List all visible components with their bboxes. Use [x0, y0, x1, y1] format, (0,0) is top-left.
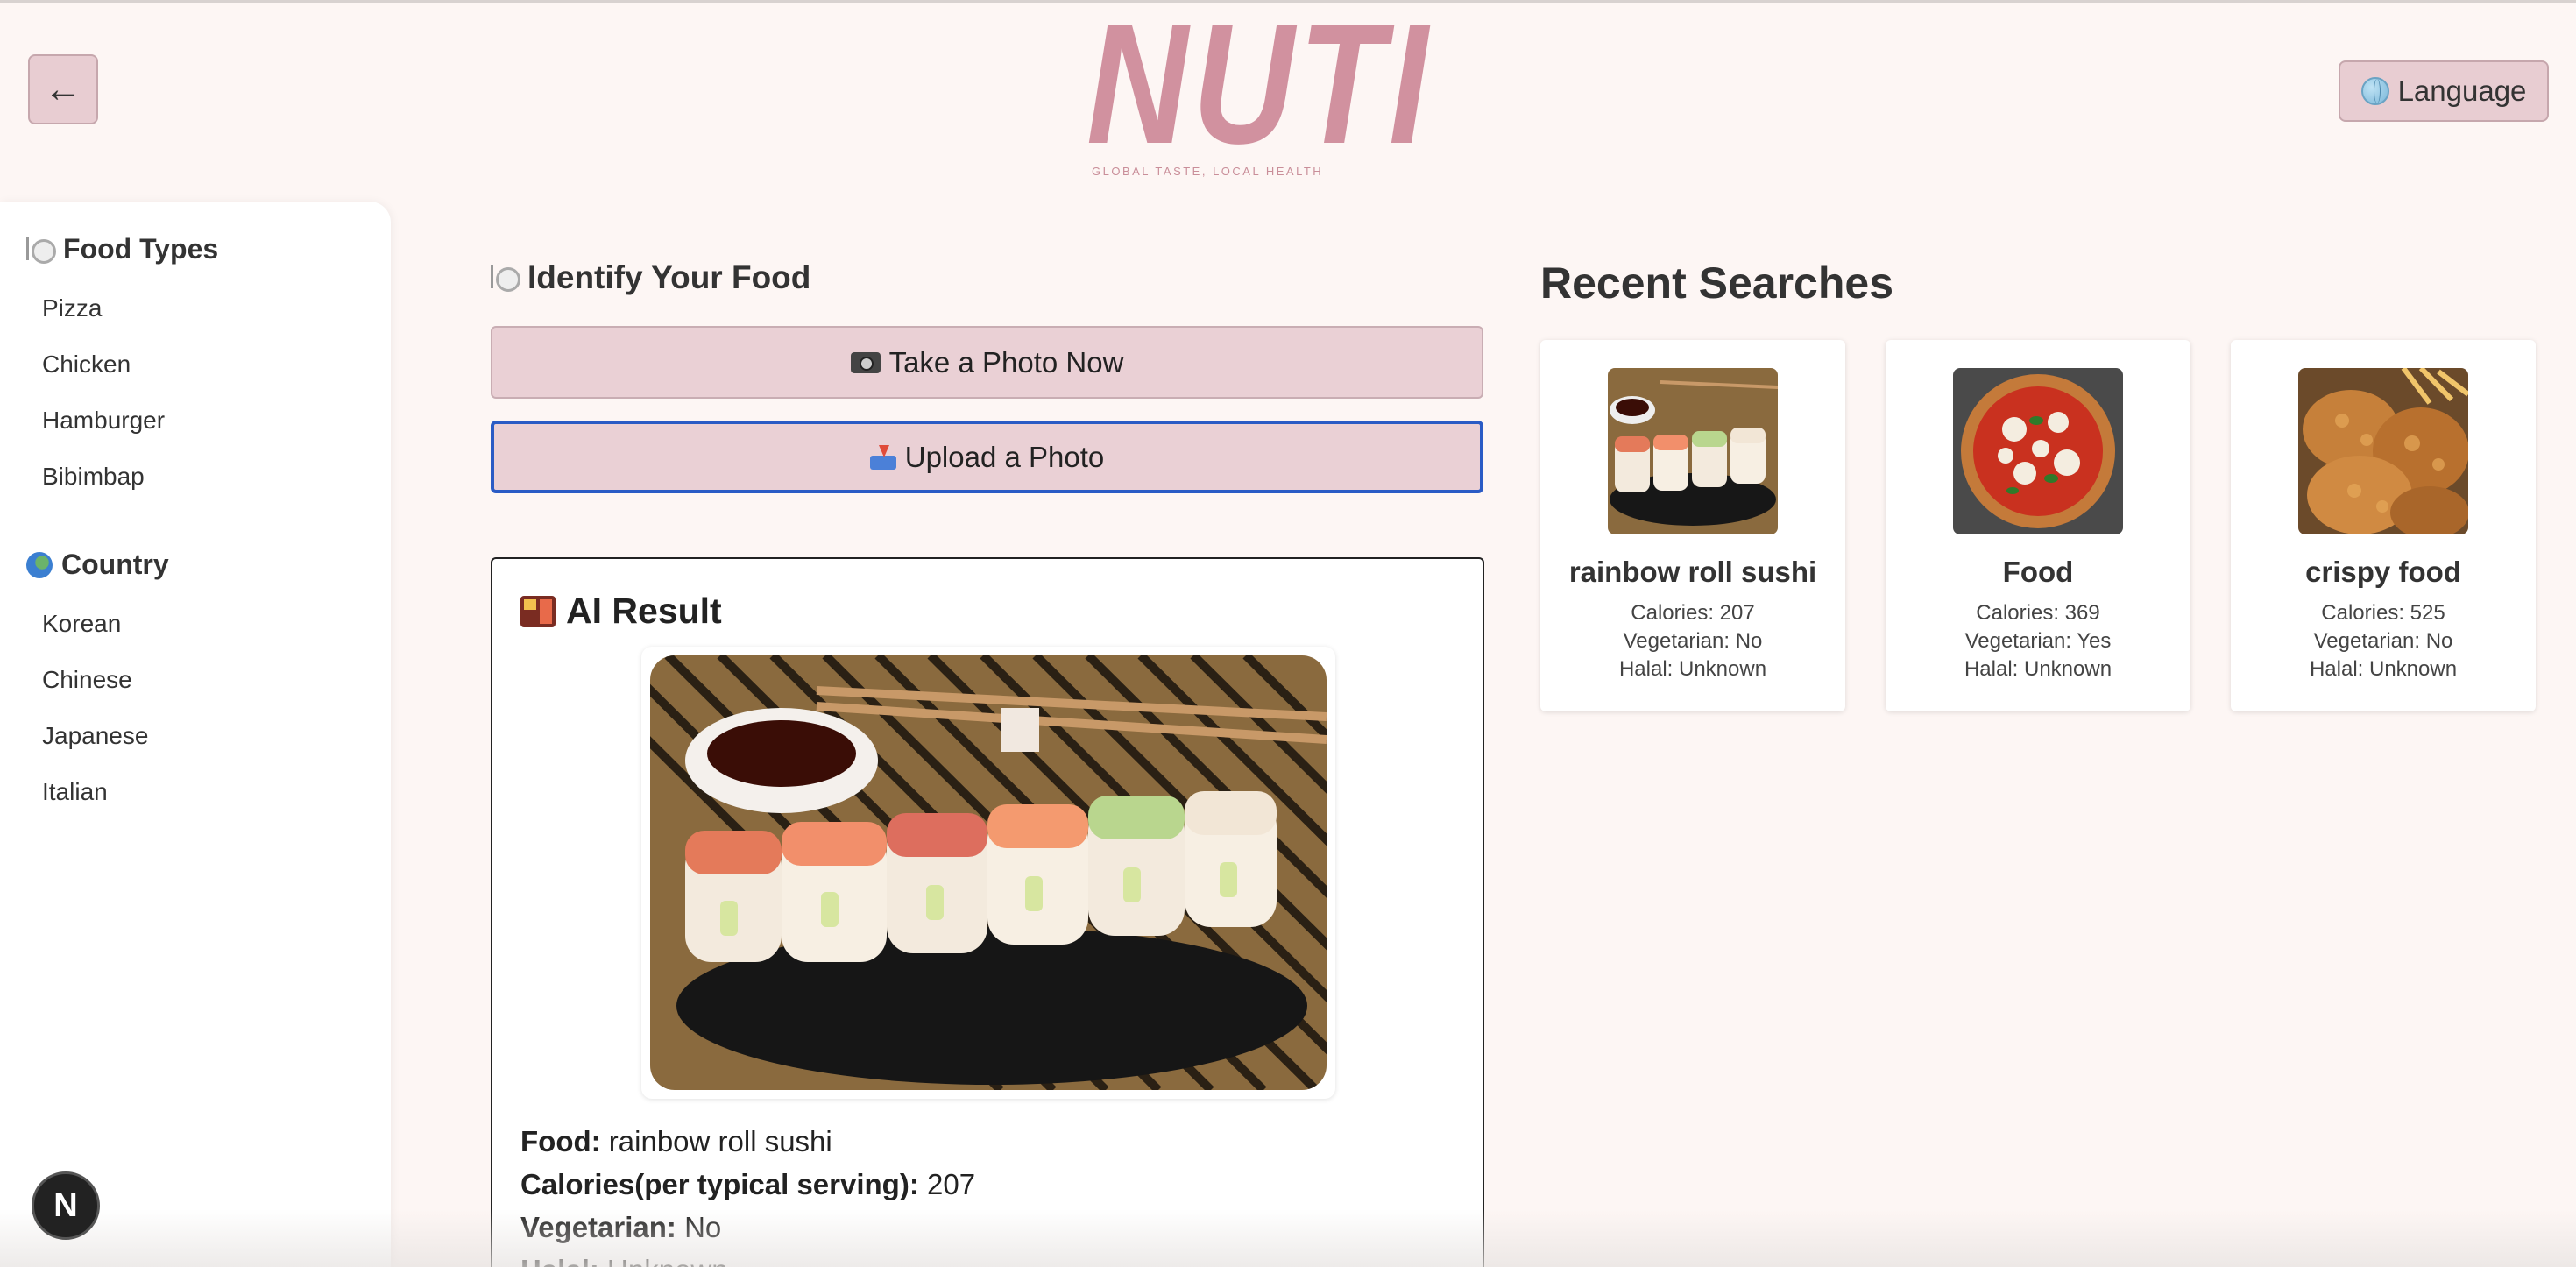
plate-icon	[491, 264, 520, 292]
next-dev-badge[interactable]: N	[32, 1171, 100, 1240]
recent-card[interactable]: crispy food Calories: 525 Vegetarian: No…	[2231, 340, 2536, 711]
recent-card-calories: Calories: 369	[1976, 601, 2100, 625]
sidebar-item-hamburger[interactable]: Hamburger	[42, 407, 165, 435]
globe-icon	[2360, 77, 2389, 105]
recent-card-halal: Halal: Unknown	[1964, 657, 2112, 681]
recent-card-halal: Halal: Unknown	[1618, 657, 1767, 681]
sidebar: Food Types Pizza Chicken Hamburger Bibim…	[0, 202, 391, 1267]
result-vegetarian: Vegetarian: No	[520, 1211, 721, 1244]
result-halal: Halal: Unknown	[520, 1254, 728, 1267]
upload-photo-button[interactable]: Upload a Photo	[491, 421, 1483, 493]
take-photo-button[interactable]: Take a Photo Now	[491, 326, 1483, 399]
inbox-tray-icon	[869, 444, 896, 470]
recent-card-name: rainbow roll sushi	[1568, 556, 1817, 588]
recent-card-name: Food	[2002, 556, 2074, 588]
camera-icon	[850, 351, 881, 373]
result-calories-value: 207	[918, 1168, 976, 1200]
recent-card-vegetarian: Vegetarian: Yes	[1964, 629, 2112, 653]
result-food: Food: rainbow roll sushi	[520, 1125, 832, 1158]
language-label: Language	[2397, 74, 2527, 107]
sidebar-item-chinese[interactable]: Chinese	[42, 666, 132, 694]
bento-box-icon	[520, 595, 556, 627]
result-vegetarian-label: Vegetarian:	[520, 1211, 676, 1243]
result-photo	[641, 647, 1335, 1099]
recent-card[interactable]: rainbow roll sushi Calories: 207 Vegetar…	[1540, 340, 1845, 711]
sidebar-item-japanese[interactable]: Japanese	[42, 722, 148, 750]
result-food-value: rainbow roll sushi	[600, 1125, 832, 1157]
sidebar-heading-food-types: Food Types	[26, 233, 218, 265]
result-halal-label: Halal:	[520, 1254, 599, 1267]
recent-card-calories: Calories: 207	[1631, 601, 1755, 625]
sushi-thumbnail-image	[1608, 368, 1778, 534]
sidebar-heading-label: Country	[61, 549, 169, 580]
pizza-thumbnail-image	[1953, 368, 2123, 534]
recent-thumbnail	[1608, 368, 1778, 534]
result-vegetarian-value: No	[676, 1211, 722, 1243]
language-button[interactable]: Language	[2339, 60, 2549, 122]
result-food-label: Food:	[520, 1125, 601, 1157]
take-photo-label: Take a Photo Now	[888, 345, 1124, 379]
sushi-image	[650, 655, 1327, 1090]
back-button[interactable]: ←	[28, 54, 98, 124]
recent-thumbnail	[2298, 368, 2468, 534]
recent-card-calories: Calories: 525	[2321, 601, 2445, 625]
ai-result-card: AI Result Food: rainbow roll sushi Calor…	[491, 557, 1484, 1267]
recent-card-halal: Halal: Unknown	[2309, 657, 2458, 681]
sidebar-heading-country: Country	[26, 549, 169, 581]
result-calories: Calories(per typical serving): 207	[520, 1168, 975, 1201]
identify-title-label: Identify Your Food	[527, 259, 811, 295]
sidebar-item-pizza[interactable]: Pizza	[42, 294, 102, 322]
recent-card-vegetarian: Vegetarian: No	[2313, 629, 2453, 653]
ai-result-title-label: AI Result	[566, 591, 722, 631]
sidebar-item-bibimbap[interactable]: Bibimbap	[42, 463, 145, 491]
recent-card-name: crispy food	[2305, 556, 2461, 588]
sidebar-heading-label: Food Types	[63, 233, 219, 265]
sidebar-item-korean[interactable]: Korean	[42, 610, 121, 638]
recent-searches-title: Recent Searches	[1540, 258, 1894, 308]
upload-photo-label: Upload a Photo	[904, 440, 1105, 473]
result-halal-value: Unknown	[599, 1254, 728, 1267]
earth-icon	[26, 551, 53, 578]
sidebar-item-chicken[interactable]: Chicken	[42, 350, 131, 379]
result-calories-label: Calories(per typical serving):	[520, 1168, 919, 1200]
sidebar-item-italian[interactable]: Italian	[42, 778, 108, 806]
fried-chicken-thumbnail-image	[2298, 368, 2468, 534]
recent-card-vegetarian: Vegetarian: No	[1623, 629, 1763, 653]
plate-icon	[26, 236, 56, 264]
recent-card[interactable]: Food Calories: 369 Vegetarian: Yes Halal…	[1886, 340, 2190, 711]
identify-title: Identify Your Food	[491, 259, 810, 296]
logo-text: NUTI	[1086, 0, 1433, 180]
logo: NUTI GLOBAL TASTE, LOCAL HEALTH	[1086, 0, 1433, 180]
ai-result-title: AI Result	[520, 591, 722, 632]
recent-thumbnail	[1953, 368, 2123, 534]
